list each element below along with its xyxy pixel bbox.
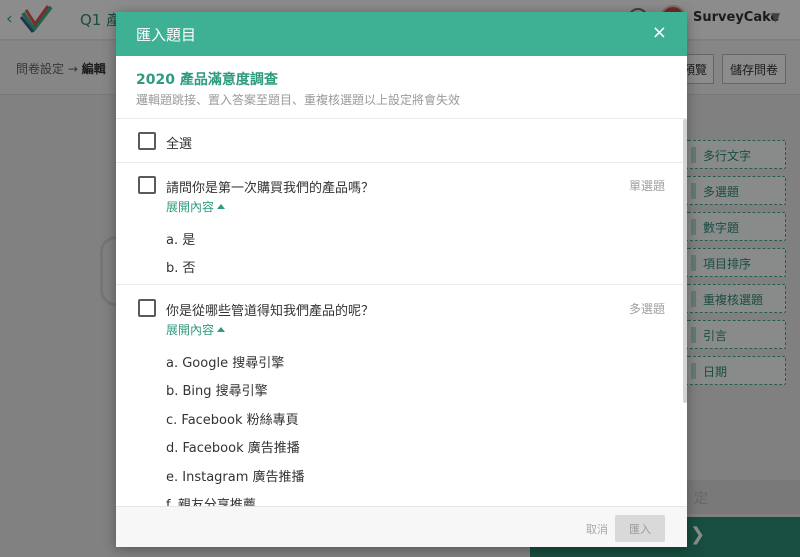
import-questions-modal: 匯入題目 × 2020 產品滿意度調查 邏輯題跳接、置入答案至題目、重複核選題以… xyxy=(116,12,687,547)
select-all-row[interactable]: 全選 xyxy=(116,119,683,163)
option-item: b. 否 xyxy=(166,261,196,276)
scrollbar[interactable] xyxy=(683,119,687,403)
cancel-button[interactable]: 取消 xyxy=(586,521,608,537)
question-text[interactable]: 你是從哪些管道得知我們產品的呢？ xyxy=(166,300,374,319)
question-type: 單選題 xyxy=(628,179,665,193)
select-all-label[interactable]: 全選 xyxy=(166,133,192,152)
modal-header: 匯入題目 × xyxy=(116,12,687,56)
option-item: b. Bing 搜尋引擎 xyxy=(166,384,268,399)
question-list[interactable]: 全選 請問你是第一次購買我們的產品嗎？ 單選題 展開內容 a. 是 b. 否 你… xyxy=(116,118,687,506)
question-row: 你是從哪些管道得知我們產品的呢？ 多選題 展開內容 a. Google 搜尋引擎… xyxy=(116,286,683,506)
select-all-checkbox[interactable] xyxy=(138,132,156,150)
option-item: f. 親友分享推薦 xyxy=(166,498,256,506)
caret-up-icon xyxy=(217,204,226,209)
option-item: a. Google 搜尋引擎 xyxy=(166,356,285,371)
expand-content-toggle[interactable]: 展開內容 xyxy=(166,198,226,215)
expand-label: 展開內容 xyxy=(166,200,215,214)
question-type: 多選題 xyxy=(628,302,665,316)
option-item: c. Facebook 粉絲專頁 xyxy=(166,413,299,428)
option-item: e. Instagram 廣告推播 xyxy=(166,470,305,485)
modal-title: 匯入題目 xyxy=(136,26,197,44)
option-item: a. 是 xyxy=(166,233,196,248)
question-row: 請問你是第一次購買我們的產品嗎？ 單選題 展開內容 a. 是 b. 否 xyxy=(116,163,683,285)
option-item: d. Facebook 廣告推播 xyxy=(166,441,300,456)
source-survey-name: 2020 產品滿意度調查 xyxy=(136,72,278,88)
question-text[interactable]: 請問你是第一次購買我們的產品嗎？ xyxy=(166,177,374,196)
expand-label: 展開內容 xyxy=(166,323,215,337)
modal-footer: 取消 匯入 xyxy=(116,506,687,547)
import-warning-notice: 邏輯題跳接、置入答案至題目、重複核選題以上設定將會失效 xyxy=(136,93,461,107)
close-icon[interactable]: × xyxy=(652,23,667,43)
expand-content-toggle[interactable]: 展開內容 xyxy=(166,321,226,338)
caret-up-icon xyxy=(217,327,226,332)
import-button[interactable]: 匯入 xyxy=(615,515,665,542)
question-checkbox[interactable] xyxy=(138,299,156,317)
question-checkbox[interactable] xyxy=(138,176,156,194)
